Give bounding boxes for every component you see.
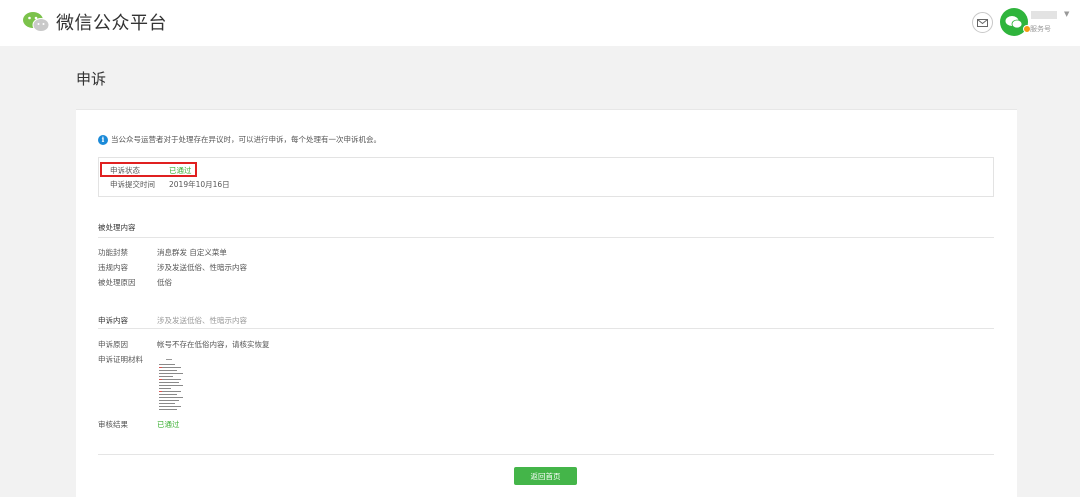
page-title: 申诉 [76, 70, 107, 88]
status-time-value: 2019年10月16日 [169, 180, 230, 189]
handled-row: 被处理原因 低俗 [98, 277, 172, 288]
divider [98, 237, 994, 238]
appeal-section-title: 申诉内容 [98, 316, 128, 325]
chevron-down-icon[interactable]: ▼ [1064, 10, 1069, 18]
appeal-section-header: 申诉内容 涉及发送低俗、性暗示内容 [98, 315, 247, 326]
appeal-panel: i 当公众号运营者对于处理存在异议时，可以进行申诉，每个处理有一次申诉机会。 申… [76, 109, 1017, 497]
appeal-reason-row: 申诉原因 帐号不存在低俗内容，请核实恢复 [98, 339, 270, 350]
notice: i 当公众号运营者对于处理存在异议时，可以进行申诉，每个处理有一次申诉机会。 [98, 134, 381, 145]
handled-row: 违规内容 涉及发送低俗、性暗示内容 [98, 262, 247, 273]
handled-section-title: 被处理内容 [98, 223, 136, 232]
status-state-label: 申诉状态 [110, 166, 140, 175]
appeal-result-label: 审核结果 [98, 420, 128, 429]
notice-text: 当公众号运营者对于处理存在异议时，可以进行申诉，每个处理有一次申诉机会。 [111, 135, 381, 144]
mail-icon [977, 18, 988, 27]
mail-button[interactable] [972, 12, 993, 33]
appeal-reason-label: 申诉原因 [98, 340, 128, 349]
appeal-result-value: 已通过 [157, 420, 180, 429]
handled-row-label: 功能封禁 [98, 248, 128, 257]
handled-row-value: 涉及发送低俗、性暗示内容 [157, 263, 247, 272]
wechat-logo-icon [23, 12, 50, 32]
status-state-row: 申诉状态 已通过 [110, 165, 192, 176]
handled-row-value: 消息群发 自定义菜单 [157, 248, 227, 257]
handled-row-label: 违规内容 [98, 263, 128, 272]
appeal-reason-value: 帐号不存在低俗内容，请核实恢复 [157, 340, 270, 349]
account-type: 服务号 [1030, 25, 1051, 33]
platform-title: 微信公众平台 [56, 13, 167, 34]
evidence-thumbnail[interactable] [157, 359, 187, 414]
info-icon: i [98, 134, 108, 145]
status-time-label: 申诉提交时间 [110, 180, 155, 189]
divider [98, 454, 994, 455]
appeal-evidence-row: 申诉证明材料 [98, 354, 157, 365]
status-time-row: 申诉提交时间 2019年10月16日 [110, 179, 230, 190]
status-box: 申诉状态 已通过 申诉提交时间 2019年10月16日 [98, 157, 994, 197]
handled-row: 功能封禁 消息群发 自定义菜单 [98, 247, 227, 258]
handled-row-value: 低俗 [157, 278, 172, 287]
account-name-redacted [1031, 11, 1057, 19]
appeal-result-row: 审核结果 已通过 [98, 419, 180, 430]
logo[interactable]: 微信公众平台 [22, 9, 167, 35]
divider [98, 328, 994, 329]
top-bar: 微信公众平台 服务号 ▼ [0, 0, 1080, 46]
appeal-section-value: 涉及发送低俗、性暗示内容 [157, 316, 247, 325]
appeal-evidence-label: 申诉证明材料 [98, 355, 143, 364]
status-state-value: 已通过 [169, 166, 192, 175]
handled-row-label: 被处理原因 [98, 278, 136, 287]
back-home-button[interactable]: 返回首页 [514, 467, 577, 485]
